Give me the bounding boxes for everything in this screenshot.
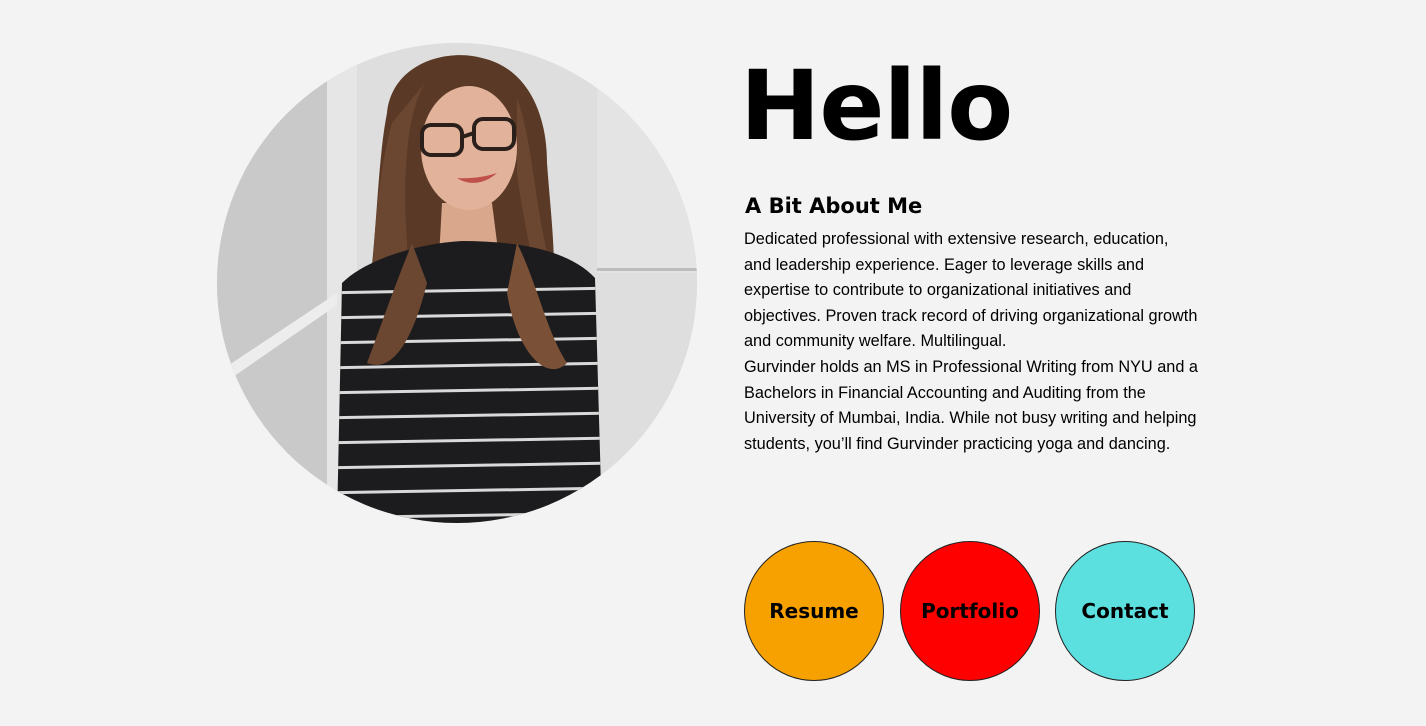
about-paragraph-1: Dedicated professional with extensive re…: [744, 230, 1198, 351]
contact-button[interactable]: Contact: [1055, 541, 1195, 681]
about-paragraph-2: Gurvinder holds an MS in Professional Wr…: [744, 357, 1198, 453]
about-page: Hello A Bit About Me Dedicated professio…: [0, 0, 1426, 726]
profile-photo: [217, 43, 697, 523]
about-heading: A Bit About Me: [745, 194, 923, 218]
portfolio-button[interactable]: Portfolio: [900, 541, 1040, 681]
about-text: Dedicated professional with extensive re…: [744, 227, 1200, 457]
resume-button[interactable]: Resume: [744, 541, 884, 681]
page-title: Hello: [740, 50, 1013, 162]
